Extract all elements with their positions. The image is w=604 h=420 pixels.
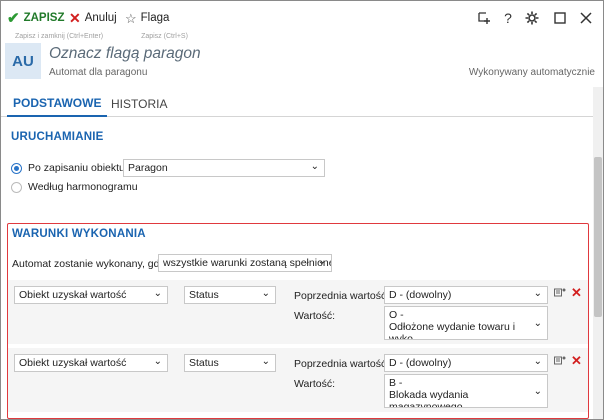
delete-condition-icon[interactable]: ✕ (571, 353, 582, 369)
radio-schedule[interactable]: Według harmonogramu (11, 181, 138, 193)
condition-attribute-select[interactable]: Status ⌄ (184, 286, 276, 304)
close-x-icon: ✕ (69, 10, 81, 26)
chevron-down-icon: ⌄ (533, 386, 542, 397)
value-select[interactable]: O - Odłożone wydanie towaru i wyko ⌄ (384, 306, 548, 340)
radio-on-save-label: Po zapisaniu obiektu (28, 162, 125, 174)
previous-value-value: D - (dowolny) (389, 357, 452, 369)
condition-settings-icon[interactable] (554, 288, 566, 301)
value-label: Wartość: (294, 378, 336, 390)
chevron-down-icon: ⌄ (153, 288, 162, 299)
star-icon: ☆ (125, 10, 137, 26)
run-when-value: wszystkie warunki zostaną spełnione (163, 257, 332, 269)
tab-basic[interactable]: PODSTAWOWE (7, 91, 108, 117)
page-header: AU Oznacz flagą paragon Automat dla para… (1, 41, 603, 85)
chevron-down-icon: ⌄ (261, 356, 270, 367)
save-tooltip: Zapisz (Ctrl+S) (141, 33, 188, 40)
save-button[interactable]: ✔ ZAPISZ (7, 9, 64, 27)
value-label: Wartość: (294, 310, 336, 322)
execution-mode: Wykonywany automatycznie (468, 67, 595, 78)
help-icon[interactable]: ? (499, 9, 517, 27)
condition-attribute-select[interactable]: Status ⌄ (184, 354, 276, 372)
value-line-2: Blokada wydania magazynowego (389, 389, 469, 408)
previous-value-label: Poprzednia wartość: (294, 358, 390, 370)
delete-condition-icon[interactable]: ✕ (571, 285, 582, 301)
value-line-1: B - (389, 377, 403, 389)
chevron-down-icon: ⌄ (533, 288, 542, 299)
flag-label: Flaga (140, 12, 170, 24)
condition-field-select[interactable]: Obiekt uzyskał wartość ⌄ (14, 354, 168, 372)
condition-row: Obiekt uzyskał wartość ⌄ Status ⌄ Poprze… (8, 348, 588, 412)
chevron-down-icon: ⌄ (153, 356, 162, 367)
chevron-down-icon: ⌄ (317, 256, 326, 267)
run-when-label: Automat zostanie wykonany, gdy (12, 258, 165, 270)
tab-bar: PODSTAWOWE HISTORIA (1, 91, 593, 117)
toolbar: ✔ ZAPISZ ✕ Anuluj ☆ Flaga ? Zapisz i zam… (1, 1, 603, 40)
avatar: AU (5, 43, 41, 79)
trigger-heading: URUCHAMIANIE (11, 131, 104, 143)
value-line-2: Odłożone wydanie towaru i wyko (389, 321, 516, 340)
automation-window: ✔ ZAPISZ ✕ Anuluj ☆ Flaga ? Zapisz i zam… (0, 0, 604, 420)
page-subtitle: Automat dla paragonu (49, 67, 148, 78)
previous-value-value: D - (dowolny) (389, 289, 452, 301)
conditions-heading: WARUNKI WYKONANIA (12, 228, 146, 240)
condition-field-select[interactable]: Obiekt uzyskał wartość ⌄ (14, 286, 168, 304)
save-label: ZAPISZ (23, 12, 65, 24)
object-type-value: Paragon (128, 162, 168, 174)
run-when-select[interactable]: wszystkie warunki zostaną spełnione ⌄ (158, 254, 332, 272)
chevron-down-icon: ⌄ (310, 161, 319, 172)
scrollbar-thumb[interactable] (594, 157, 602, 317)
previous-value-select[interactable]: D - (dowolny) ⌄ (384, 354, 548, 372)
condition-field-value: Obiekt uzyskał wartość (19, 289, 127, 301)
value-line-1: O - (389, 309, 404, 321)
conditions-panel: WARUNKI WYKONANIA Automat zostanie wykon… (7, 223, 589, 419)
condition-attribute-value: Status (189, 289, 219, 301)
radio-schedule-button[interactable] (11, 181, 22, 193)
chevron-down-icon: ⌄ (533, 356, 542, 367)
checkmark-icon: ✔ (7, 9, 20, 27)
chevron-down-icon: ⌄ (261, 288, 270, 299)
tab-history[interactable]: HISTORIA (105, 91, 173, 117)
chevron-down-icon: ⌄ (533, 318, 542, 329)
object-type-select[interactable]: Paragon ⌄ (123, 159, 325, 177)
maximize-icon[interactable] (551, 9, 569, 27)
radio-schedule-label: Według harmonogramu (28, 181, 138, 193)
condition-row: Obiekt uzyskał wartość ⌄ Status ⌄ Poprze… (8, 280, 588, 344)
condition-field-value: Obiekt uzyskał wartość (19, 357, 127, 369)
cancel-button[interactable]: ✕ Anuluj (69, 9, 117, 27)
previous-value-label: Poprzednia wartość: (294, 290, 390, 302)
toolbar-tooltips: Zapisz i zamknij (Ctrl+Enter) Zapisz (Ct… (15, 33, 224, 40)
condition-settings-icon[interactable] (554, 356, 566, 369)
cancel-label: Anuluj (84, 12, 117, 24)
page-title: Oznacz flagą paragon (49, 45, 201, 62)
add-icon[interactable] (475, 9, 493, 27)
radio-on-save-button[interactable] (11, 162, 22, 174)
close-icon[interactable] (577, 9, 595, 27)
save-close-tooltip: Zapisz i zamknij (Ctrl+Enter) (15, 33, 104, 40)
previous-value-select[interactable]: D - (dowolny) ⌄ (384, 286, 548, 304)
flag-button[interactable]: ☆ Flaga (125, 9, 169, 27)
condition-attribute-value: Status (189, 357, 219, 369)
value-select[interactable]: B - Blokada wydania magazynowego ⌄ (384, 374, 548, 408)
radio-on-save[interactable]: Po zapisaniu obiektu (11, 162, 125, 174)
gear-icon[interactable] (523, 9, 541, 27)
